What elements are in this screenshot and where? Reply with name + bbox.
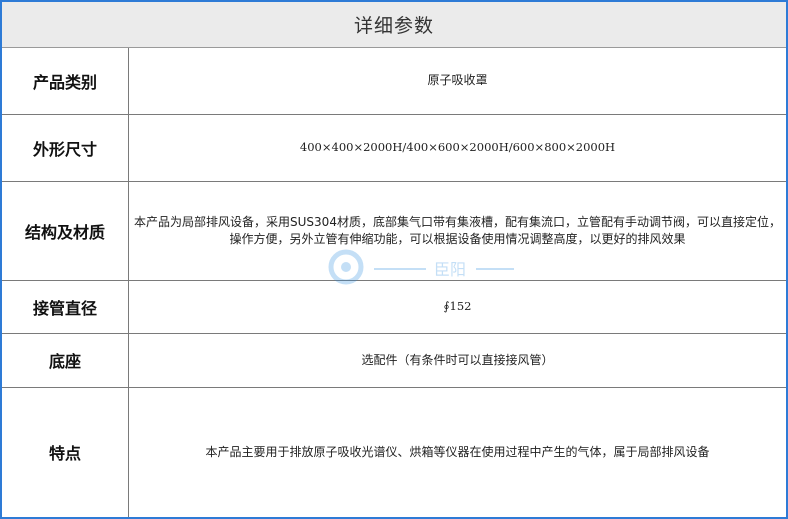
row-value: 选配件（有条件时可以直接接风管） bbox=[128, 332, 786, 388]
table-row: 产品类别 原子吸收罩 bbox=[2, 48, 786, 115]
row-label: 底座 bbox=[2, 332, 129, 388]
table-row: 结构及材质 本产品为局部排风设备，采用SUS304材质，底部集气口带有集液槽，配… bbox=[2, 180, 786, 281]
row-value: ∮152 bbox=[128, 279, 786, 334]
row-label: 产品类别 bbox=[2, 48, 129, 115]
table-row: 外形尺寸 400×400×2000H/400×600×2000H/600×800… bbox=[2, 113, 786, 182]
table-row: 接管直径 ∮152 bbox=[2, 279, 786, 334]
table-row: 底座 选配件（有条件时可以直接接风管） bbox=[2, 332, 786, 388]
row-label: 接管直径 bbox=[2, 279, 129, 334]
row-label: 结构及材质 bbox=[2, 180, 129, 281]
params-table: 产品类别 原子吸收罩 外形尺寸 400×400×2000H/400×600×20… bbox=[2, 48, 786, 517]
row-value: 400×400×2000H/400×600×2000H/600×800×2000… bbox=[128, 113, 786, 182]
row-label: 特点 bbox=[2, 386, 129, 517]
row-value: 原子吸收罩 bbox=[128, 48, 786, 115]
row-label: 外形尺寸 bbox=[2, 113, 129, 182]
row-value: 本产品为局部排风设备，采用SUS304材质，底部集气口带有集液槽，配有集流口，立… bbox=[128, 180, 786, 281]
table-row: 特点 本产品主要用于排放原子吸收光谱仪、烘箱等仪器在使用过程中产生的气体，属于局… bbox=[2, 386, 786, 517]
row-value: 本产品主要用于排放原子吸收光谱仪、烘箱等仪器在使用过程中产生的气体，属于局部排风… bbox=[128, 386, 786, 517]
params-panel: 详细参数 产品类别 原子吸收罩 外形尺寸 400×400×2000H/400×6… bbox=[0, 0, 788, 519]
panel-title: 详细参数 bbox=[2, 2, 786, 48]
